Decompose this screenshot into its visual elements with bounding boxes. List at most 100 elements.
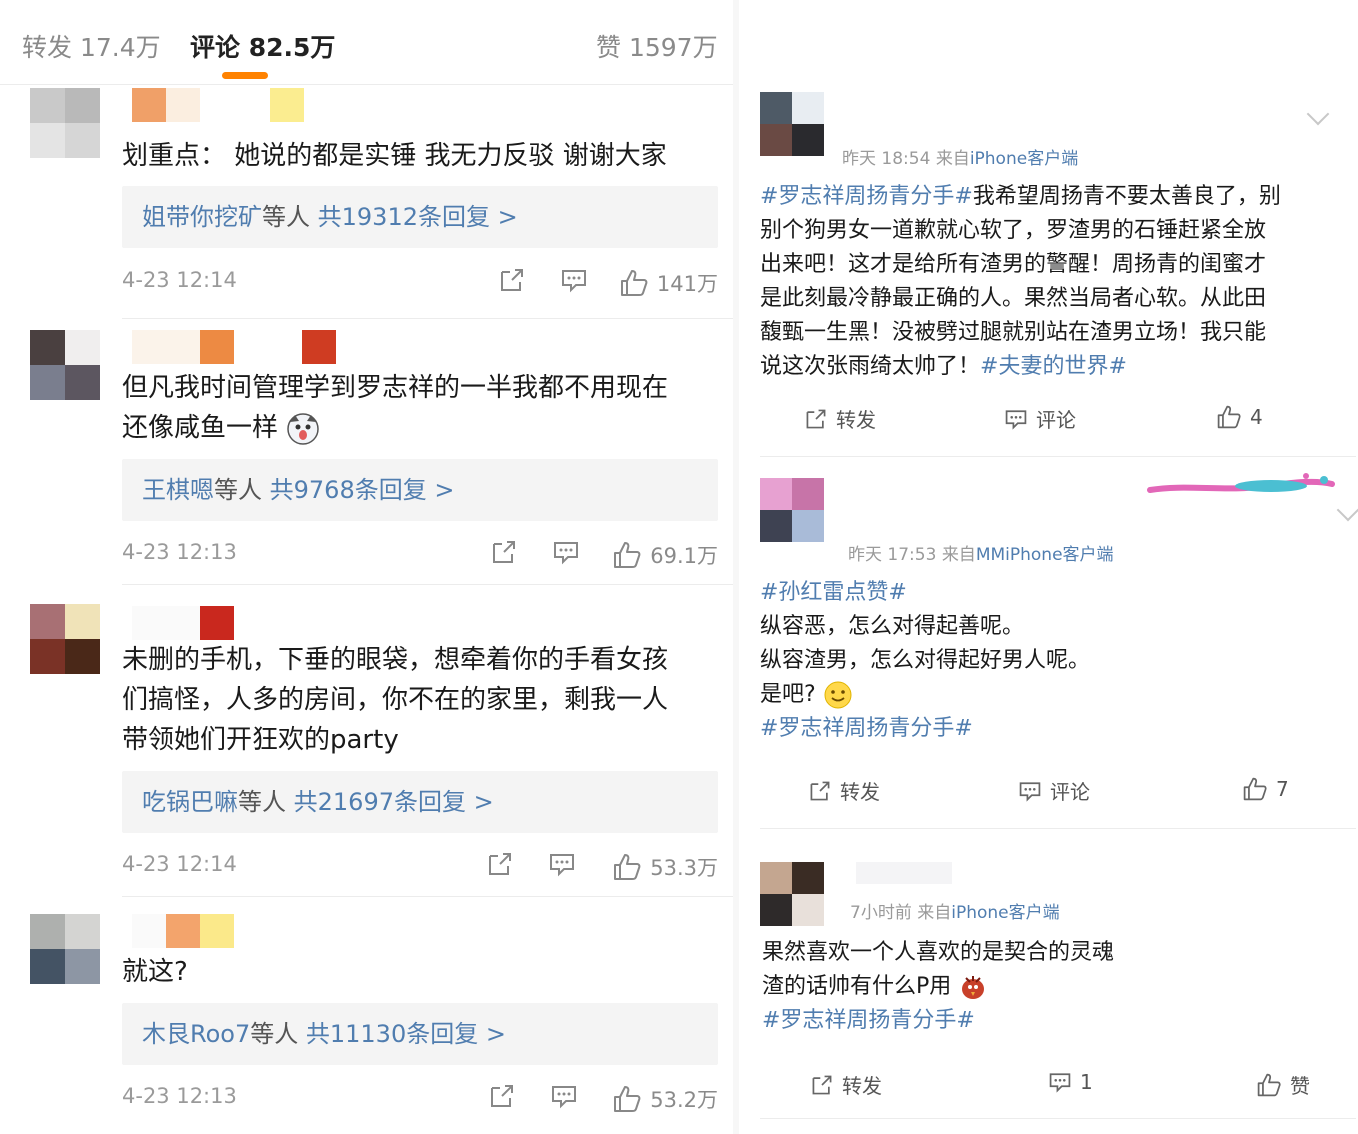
comment-text: 但凡我时间管理学到罗志祥的一半我都不用现在 还像咸鱼一样 [122,368,712,448]
post-from: 来自 [941,545,976,565]
thumb-up-icon [1217,405,1241,429]
like-label: 赞 [1290,1074,1310,1098]
hashtag[interactable]: #罗志祥周扬青分手# [760,712,1330,746]
username-blurred[interactable] [132,88,304,124]
share-icon[interactable] [498,266,526,294]
divider [122,584,733,585]
repost-label: 转发 [840,780,880,804]
active-tab-indicator [222,72,268,79]
chevron-down-icon[interactable] [1336,498,1358,522]
reply-summary[interactable]: 姐带你挖矿等人 共19312条回复 > [122,186,718,248]
comment-label: 评论 [1050,780,1090,804]
like-count: 69.1万 [650,544,718,568]
comment-text: 就这? [122,957,188,987]
post-source[interactable]: MMiPhone客户端 [976,545,1114,565]
hashtag[interactable]: #孙红雷点赞# [760,576,1330,610]
comment-meta: 4-23 12:14 141万 [122,268,718,298]
like-button[interactable]: 53.3万 [612,852,718,882]
post-meta: 昨天 17:53 来自MMiPhone客户端 [848,540,1114,565]
chevron-down-icon[interactable] [1306,102,1330,126]
reply-count[interactable]: 共11130条回复 > [306,1020,506,1048]
panel-divider [733,0,739,1134]
comment-text-line: 未删的手机，下垂的眼袋，想牵着你的手看女孩 [122,645,669,675]
reply-users[interactable]: 木艮Roo7 [142,1020,250,1048]
share-icon [806,409,826,428]
comment-icon[interactable] [550,1082,578,1110]
reply-summary[interactable]: 吃锅巴嘛等人 共21697条回复 > [122,771,718,833]
tab-comment[interactable]: 评论 82.5万 [190,28,335,64]
like-button[interactable]: 4 [1216,404,1263,430]
like-button[interactable]: 赞 [1256,1070,1310,1099]
reply-count[interactable]: 共21697条回复 > [294,788,494,816]
share-icon[interactable] [490,538,518,566]
repost-label: 转发 [836,408,876,432]
reply-users[interactable]: 王棋嗯 [142,476,214,504]
post-from: 来自 [935,149,970,169]
comment-time: 4-23 12:13 [122,1084,237,1108]
username-blurred[interactable] [132,914,234,950]
comment-button[interactable]: 1 [1048,1070,1093,1094]
comment-button[interactable]: 评论 [1018,776,1090,805]
hashtag[interactable]: #夫妻的世界# [980,354,1127,379]
username-blurred[interactable] [856,862,952,898]
like-button[interactable]: 141万 [619,268,718,298]
share-icon[interactable] [486,850,514,878]
comment-text-line: 还像咸鱼一样 [122,408,712,448]
repost-button[interactable]: 转发 [808,776,880,805]
reply-summary[interactable]: 王棋嗯等人 共9768条回复 > [122,459,718,521]
username-blurred[interactable] [132,606,234,642]
share-icon[interactable] [488,1082,516,1110]
tab-like[interactable]: 赞 1597万 [596,28,718,64]
reply-count[interactable]: 共19312条回复 > [318,203,518,231]
smile-emoji-icon [824,681,852,709]
comment-label: 评论 [1036,408,1076,432]
comment-icon[interactable] [552,538,580,566]
like-button[interactable]: 53.2万 [612,1084,718,1114]
reply-users[interactable]: 吃锅巴嘛 [142,788,238,816]
comment-meta: 4-23 12:14 53.3万 [122,852,718,882]
avatar[interactable] [760,92,824,156]
comment-tab-bar: 转发 17.4万 评论 82.5万 赞 1597万 [0,0,733,85]
comment-meta: 4-23 12:13 53.2万 [122,1084,718,1114]
share-icon [810,781,830,800]
username-blurred[interactable] [132,330,336,366]
post-time: 昨天 17:53 [848,545,937,565]
post-text-line: 果然喜欢一个人喜欢的是契合的灵魂 [762,940,1115,965]
share-icon [812,1075,832,1094]
avatar[interactable] [760,478,824,542]
reply-users[interactable]: 姐带你挖矿 [142,203,262,231]
post-source[interactable]: iPhone客户端 [970,149,1078,169]
post-from: 来自 [917,903,952,923]
avatar[interactable] [30,914,100,984]
tab-repost[interactable]: 转发 17.4万 [22,28,161,64]
comment-icon[interactable] [560,266,588,294]
divider [760,828,1356,829]
avatar[interactable] [30,88,100,158]
thumb-up-icon [620,270,648,296]
comment-count: 1 [1080,1070,1093,1094]
post-actions: 转发 1 赞 [760,1070,1356,1110]
reply-count[interactable]: 共9768条回复 > [270,476,455,504]
like-button[interactable]: 69.1万 [612,540,718,570]
comment-button[interactable]: 评论 [1004,404,1076,433]
hashtag[interactable]: #罗志祥周扬青分手# [762,1004,1332,1038]
comment-icon [1049,1073,1071,1093]
reply-mid: 等人 [214,476,262,504]
dog-emoji-icon [287,412,320,445]
reply-summary[interactable]: 木艮Roo7等人 共11130条回复 > [122,1003,718,1065]
reply-mid: 等人 [238,788,286,816]
avatar[interactable] [30,330,100,400]
repost-button[interactable]: 转发 [810,1070,882,1099]
avatar[interactable] [760,862,824,926]
thumb-up-icon [1243,777,1267,801]
like-count: 141万 [656,272,718,296]
divider [122,896,733,897]
like-button[interactable]: 7 [1242,776,1289,802]
repost-button[interactable]: 转发 [804,404,876,433]
post-source[interactable]: iPhone客户端 [951,903,1059,923]
avatar[interactable] [30,604,100,674]
comment-text: 划重点： 她说的都是实锤 我无力反驳 谢谢大家 [122,141,667,171]
hashtag[interactable]: #罗志祥周扬青分手# [760,184,973,209]
thumb-up-icon [614,1086,641,1112]
comment-icon[interactable] [548,850,576,878]
